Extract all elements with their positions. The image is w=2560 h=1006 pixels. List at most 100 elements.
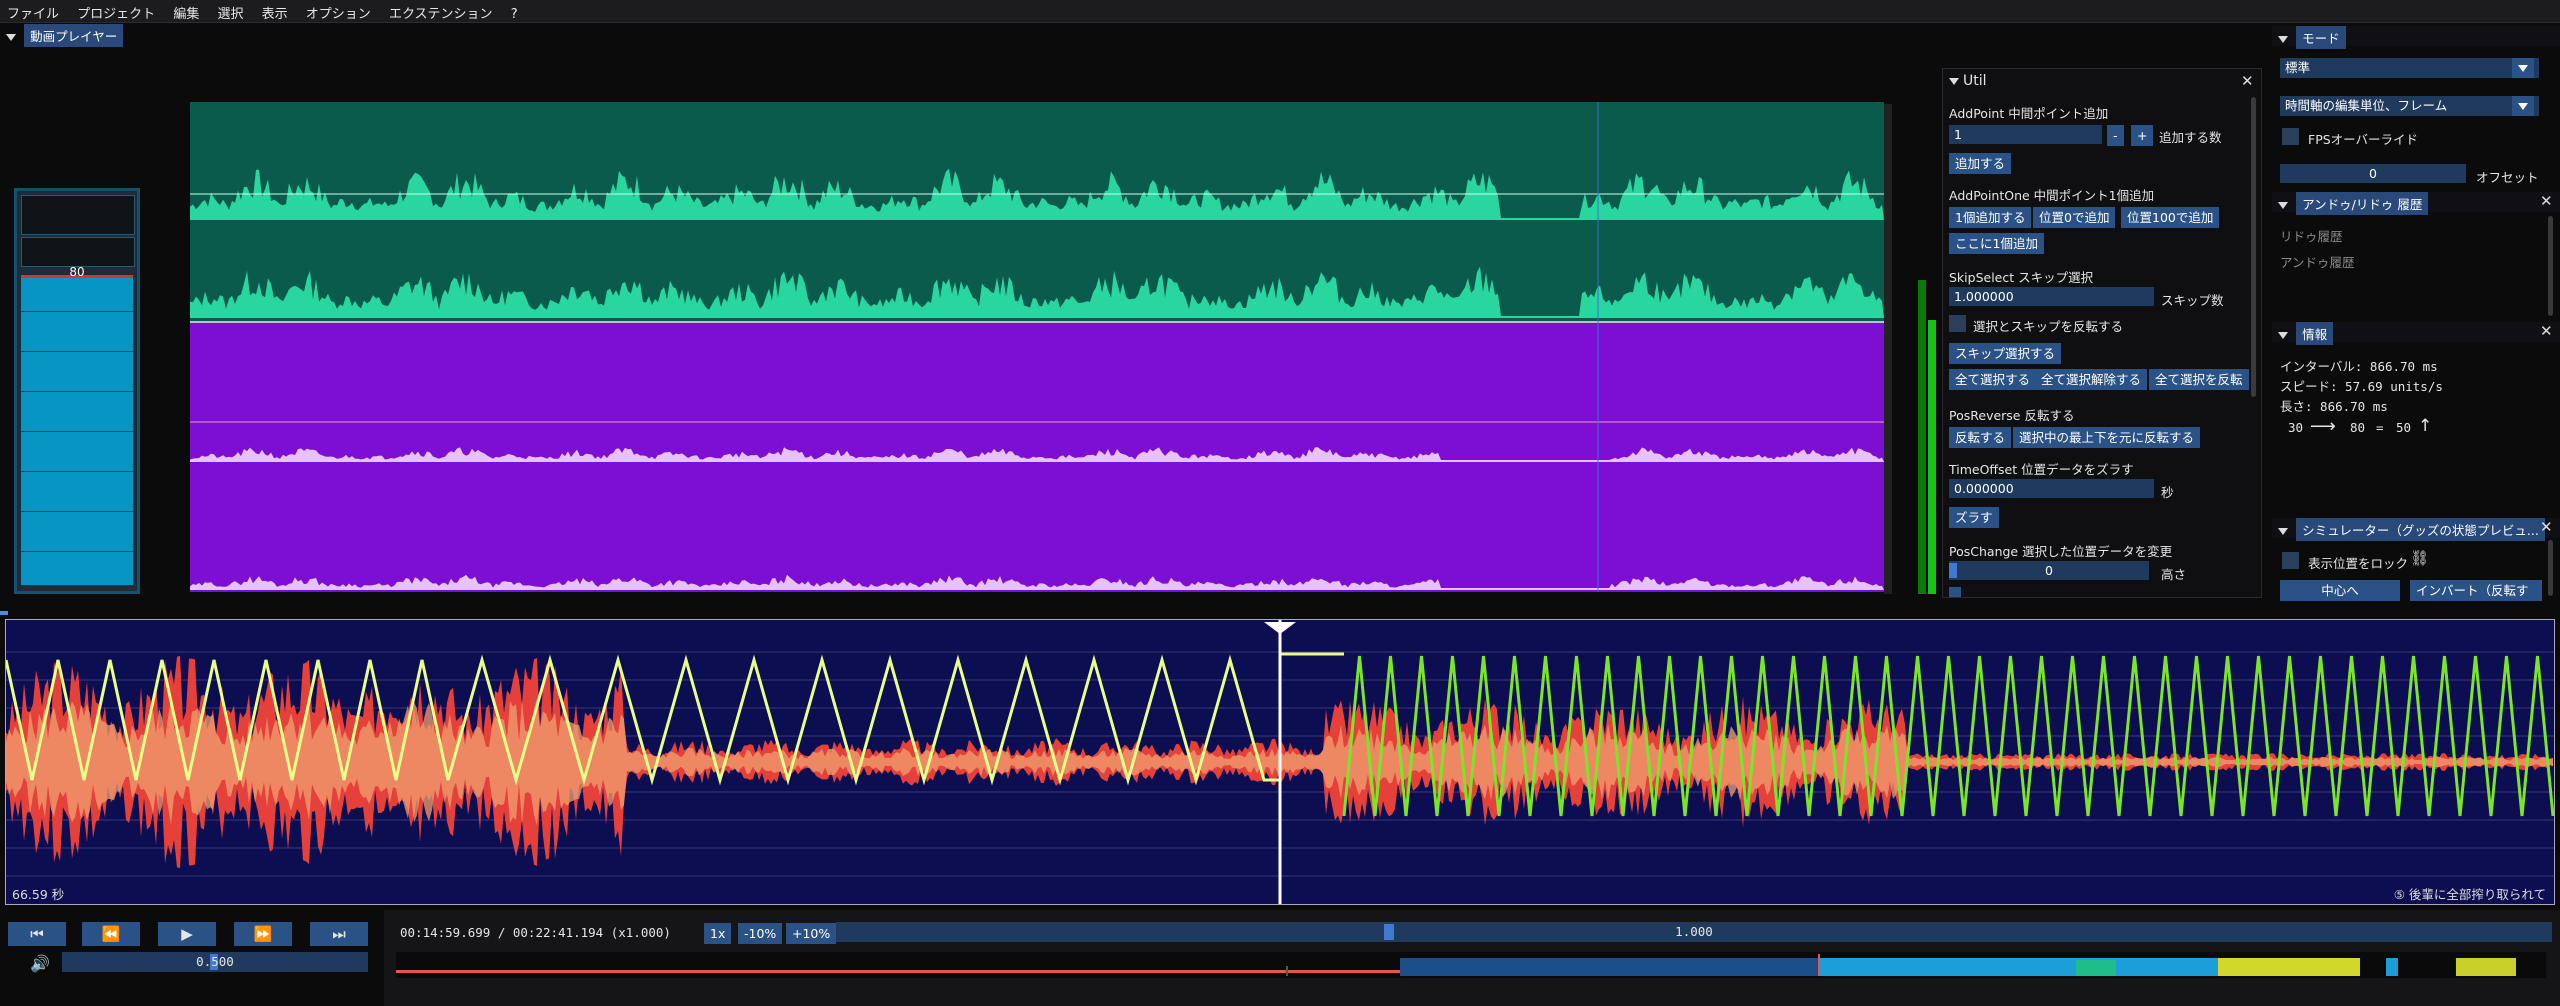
mode-select-arrow[interactable] (2512, 58, 2534, 78)
addpoint-title: AddPoint 中間ポイント追加 (1949, 106, 2109, 121)
deselect-all-button[interactable]: 全て選択解除する (2035, 369, 2148, 390)
audio-level-right (1928, 320, 1936, 594)
add-here-button[interactable]: ここに1個追加 (1949, 233, 2044, 254)
info-panel-header: 情報 (2272, 322, 2560, 345)
chevron-down-icon (2518, 103, 2528, 110)
close-icon[interactable]: ✕ (2540, 194, 2553, 209)
menu-file[interactable]: ファイル (0, 0, 66, 22)
video-scrollbar[interactable] (1884, 104, 1892, 594)
heatmap-graph (396, 954, 2516, 976)
posreverse-title: PosReverse 反転する (1949, 408, 2075, 423)
close-icon[interactable]: ✕ (2540, 520, 2553, 535)
playback-rate-slider[interactable]: 1.000 (836, 922, 2552, 942)
sim-scrollbar[interactable] (2548, 540, 2553, 596)
video-panel-header: 動画プレイヤー (0, 24, 124, 47)
reverse-extremes-button[interactable]: 選択中の最上下を元に反転する (2013, 427, 2201, 448)
menu-project[interactable]: プロジェクト (70, 0, 162, 22)
util-panel: Util ✕ AddPoint 中間ポイント追加 1 - + 追加する数 追加す… (1942, 68, 2262, 598)
volume-icon[interactable]: 🔊 (30, 954, 50, 973)
close-icon[interactable]: ✕ (2241, 74, 2254, 89)
time-display: 00:14:59.699 / 00:22:41.194 (x1.000) (400, 925, 671, 940)
timeline-left-label: 66.59 秒 (12, 887, 65, 902)
addpointone-title: AddPointOne 中間ポイント1個追加 (1949, 188, 2155, 203)
reverse-button[interactable]: 反転する (1949, 427, 2012, 448)
pos-change-slider-handle[interactable] (1949, 563, 1957, 578)
info-speed: スピード: 57.69 units/s (2280, 379, 2443, 394)
menu-extensions[interactable]: エクステンション (382, 0, 500, 22)
addpoint-count-input[interactable]: 1 (1949, 125, 2102, 144)
add-at-100-button[interactable]: 位置100で追加 (2121, 207, 2220, 228)
arrow-right-icon: ⟶ (2310, 416, 2336, 437)
menu-options[interactable]: オプション (299, 0, 378, 22)
meter-fill (21, 275, 133, 585)
info-tab[interactable]: 情報 (2296, 322, 2334, 345)
menu-view[interactable]: 表示 (255, 0, 295, 22)
volume-slider[interactable]: 0.500 (62, 952, 368, 972)
collapse-icon[interactable] (2278, 202, 2288, 209)
pos-change-apply-button[interactable] (1949, 587, 1961, 597)
undo-scrollbar[interactable] (2548, 216, 2553, 316)
invert-skip-checkbox[interactable] (1949, 315, 1966, 332)
center-button[interactable]: 中心へ (2280, 580, 2400, 601)
info-to: 80 (2350, 420, 2366, 435)
util-scrollbar[interactable] (2251, 97, 2256, 397)
time-offset-unit: 秒 (2161, 485, 2174, 500)
script-timeline[interactable]: 66.59 秒 ⑤ 後輩に全部搾り取られて (4, 619, 2555, 905)
addpoint-minus-button[interactable]: - (2107, 125, 2124, 146)
fast-forward-icon[interactable]: ⏩ (234, 922, 292, 946)
edit-unit-select-arrow[interactable] (2512, 96, 2534, 116)
collapse-icon[interactable] (2278, 528, 2288, 535)
undo-tab[interactable]: アンドゥ/リドゥ 履歴 (2296, 192, 2429, 215)
menu-bar: ファイル プロジェクト 編集 選択 表示 オプション エクステンション ? (0, 0, 2560, 23)
speed-plus10-button[interactable]: +10% (786, 923, 837, 944)
skip-count-label: スキップ数 (2161, 293, 2224, 308)
addpoint-plus-button[interactable]: + (2131, 125, 2154, 146)
collapse-icon[interactable] (6, 34, 16, 41)
add-at-0-button[interactable]: 位置0で追加 (2033, 207, 2116, 228)
mode-panel-header: モード (2272, 26, 2560, 49)
shift-button[interactable]: ズラす (1949, 507, 1999, 528)
skip-back-icon[interactable]: ⏮ (8, 922, 66, 946)
sim-tab[interactable]: シミュレーター（グッズの状態プレビュ... (2296, 518, 2545, 541)
pos-change-unit: 高さ (2161, 567, 2187, 582)
invert-button[interactable]: インバート（反転す (2410, 580, 2542, 601)
menu-select[interactable]: 選択 (210, 0, 250, 22)
offset-input[interactable]: 0 (2280, 164, 2466, 183)
redo-history-label[interactable]: リドゥ履歴 (2280, 226, 2343, 245)
close-icon[interactable]: ✕ (2540, 324, 2553, 339)
chevron-down-icon (2518, 65, 2528, 72)
pos-change-slider[interactable]: 0 (1949, 561, 2149, 580)
collapse-icon[interactable] (1949, 77, 1959, 85)
collapse-icon[interactable] (2278, 36, 2288, 43)
link-icon[interactable]: ⛓ (2410, 549, 2429, 567)
mode-select[interactable]: 標準 (2280, 58, 2539, 78)
collapse-icon[interactable] (2278, 332, 2288, 339)
speed-minus10-button[interactable]: -10% (738, 923, 783, 944)
video-frame[interactable] (190, 102, 1884, 592)
mode-tab[interactable]: モード (2296, 26, 2346, 49)
skip-count-input[interactable]: 1.000000 (1949, 287, 2154, 306)
lock-position-checkbox[interactable] (2282, 552, 2299, 569)
info-length: 長さ: 866.70 ms (2280, 399, 2388, 414)
menu-edit[interactable]: 編集 (166, 0, 206, 22)
play-icon[interactable]: ▶ (158, 922, 216, 946)
skip-select-button[interactable]: スキップ選択する (1949, 343, 2062, 364)
undo-history-label[interactable]: アンドゥ履歴 (2280, 252, 2355, 271)
addpoint-add-button[interactable]: 追加する (1949, 153, 2012, 174)
skip-forward-icon[interactable]: ⏭ (310, 922, 368, 946)
transport-bar: ⏮ ⏪ ▶ ⏩ ⏭ 🔊 0.500 00:14:59.699 / 00:22:4… (0, 910, 2560, 1006)
level-meter[interactable]: 80 (14, 188, 140, 594)
arrow-up-icon: ↑ (2418, 416, 2433, 436)
edit-unit-select[interactable]: 時間軸の編集単位、フレーム (2280, 96, 2539, 116)
speed-1x-button[interactable]: 1x (704, 923, 732, 944)
invert-all-button[interactable]: 全て選択を反転 (2149, 369, 2249, 390)
heatmap-seekbar[interactable] (396, 952, 2546, 978)
invert-skip-label: 選択とスキップを反転する (1973, 319, 2124, 334)
add-one-button[interactable]: 1個追加する (1949, 207, 2032, 228)
fps-override-checkbox[interactable] (2282, 128, 2299, 145)
select-all-button[interactable]: 全て選択する (1949, 369, 2037, 390)
rewind-icon[interactable]: ⏪ (82, 922, 140, 946)
video-panel-tab[interactable]: 動画プレイヤー (24, 24, 124, 47)
menu-help[interactable]: ? (504, 4, 525, 22)
time-offset-input[interactable]: 0.000000 (1949, 479, 2154, 498)
